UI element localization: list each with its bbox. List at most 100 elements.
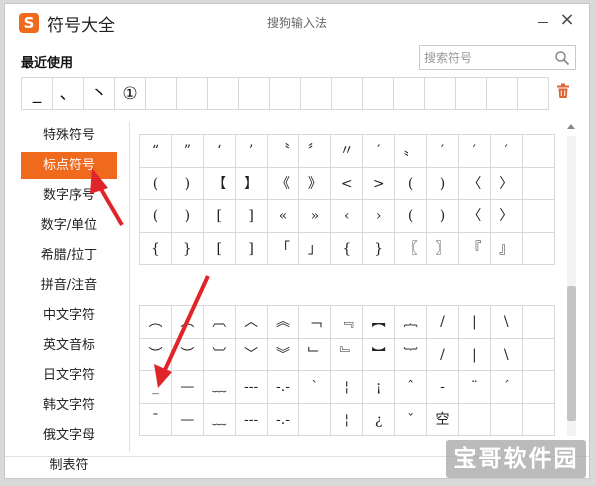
symbol-cell[interactable]: ( (395, 200, 428, 233)
symbol-cell[interactable]: 『 (458, 232, 491, 265)
symbol-cell[interactable]: 「 (267, 232, 300, 265)
recent-symbol-cell[interactable] (146, 78, 177, 110)
symbol-cell[interactable]: ︻ (363, 306, 396, 339)
symbol-cell[interactable]: [ (203, 200, 236, 233)
symbol-cell[interactable]: 〉 (490, 167, 523, 200)
symbol-cell[interactable]: ‹ (331, 200, 364, 233)
symbol-cell[interactable]: ′ (490, 135, 523, 168)
search-box[interactable] (419, 45, 576, 70)
symbol-cell[interactable]: [ (203, 232, 236, 265)
category-item[interactable]: 数字/单位 (21, 212, 117, 239)
symbol-cell[interactable]: ︼ (363, 338, 396, 371)
recent-symbol-cell[interactable] (208, 78, 239, 110)
symbol-cell[interactable]: ” (171, 135, 204, 168)
symbol-cell[interactable]: - (427, 371, 459, 404)
recent-symbol-cell[interactable] (270, 78, 301, 110)
recent-symbol-cell[interactable]: _ (22, 78, 53, 110)
symbol-cell[interactable] (522, 200, 555, 233)
recent-symbol-cell[interactable] (487, 78, 518, 110)
recent-symbol-cell[interactable] (239, 78, 270, 110)
symbol-cell[interactable] (299, 403, 332, 436)
symbol-cell[interactable]: ‘ (203, 135, 236, 168)
symbol-cell[interactable]: ︵ (140, 306, 172, 339)
symbol-cell[interactable]: 《 (267, 167, 300, 200)
symbol-cell[interactable]: --- (235, 371, 268, 404)
symbol-cell[interactable]: › (363, 200, 396, 233)
recent-symbol-cell[interactable] (301, 78, 332, 110)
symbol-cell[interactable]: > (363, 167, 396, 200)
symbol-cell[interactable]: ) (427, 167, 459, 200)
scroll-track[interactable] (567, 136, 576, 436)
symbol-cell[interactable]: ¡ (363, 371, 396, 404)
recent-symbol-cell[interactable] (332, 78, 363, 110)
category-item[interactable]: 俄文字母 (21, 422, 117, 449)
symbol-cell[interactable] (522, 167, 555, 200)
symbol-cell[interactable]: ( (395, 167, 428, 200)
recent-symbol-cell[interactable] (394, 78, 425, 110)
symbol-cell[interactable]: ︿ (235, 306, 268, 339)
symbol-cell[interactable]: ’ (235, 135, 268, 168)
symbol-cell[interactable]: ︾ (267, 338, 300, 371)
symbol-cell[interactable]: 〖 (395, 232, 428, 265)
symbol-cell[interactable] (522, 338, 555, 371)
symbol-cell[interactable]: 〟 (395, 135, 428, 168)
symbol-cell[interactable]: ﹏ (203, 371, 236, 404)
symbol-cell[interactable]: 〉 (490, 200, 523, 233)
symbol-cell[interactable]: ( (140, 167, 172, 200)
symbol-cell[interactable] (522, 306, 555, 339)
recent-symbol-cell[interactable] (363, 78, 394, 110)
recent-symbol-cell[interactable] (425, 78, 456, 110)
symbol-cell[interactable] (522, 403, 555, 436)
symbol-cell[interactable]: 〞 (299, 135, 332, 168)
symbol-cell[interactable]: ˊ (490, 371, 523, 404)
symbol-cell[interactable]: ′ (458, 135, 491, 168)
recent-symbol-cell[interactable]: ① (115, 78, 146, 110)
symbol-cell[interactable]: ] (235, 232, 268, 265)
title-bar[interactable]: S 符号大全 搜狗输入法 × (5, 4, 589, 42)
symbol-cell[interactable]: ﹂ (299, 338, 332, 371)
category-item[interactable]: 韩文字符 (21, 392, 117, 419)
symbol-cell[interactable]: — (171, 403, 204, 436)
symbol-cell[interactable]: -.- (267, 371, 300, 404)
recent-symbol-cell[interactable] (177, 78, 208, 110)
symbol-cell[interactable]: ︶ (140, 338, 172, 371)
symbol-cell[interactable]: | (458, 338, 491, 371)
search-icon[interactable] (554, 50, 570, 66)
symbol-cell[interactable]: ﹃ (331, 306, 364, 339)
symbol-cell[interactable] (458, 403, 491, 436)
symbol-cell[interactable]: « (267, 200, 300, 233)
symbol-cell[interactable]: 〗 (427, 232, 459, 265)
symbol-cell[interactable]: ′ (427, 135, 459, 168)
symbol-cell[interactable]: ︵ (171, 306, 204, 339)
symbol-cell[interactable]: “ (140, 135, 172, 168)
symbol-cell[interactable]: _ (140, 371, 172, 404)
symbol-cell[interactable]: ¦ (331, 403, 364, 436)
symbol-cell[interactable]: { (331, 232, 364, 265)
symbol-cell[interactable]: ﹀ (235, 338, 268, 371)
category-item[interactable]: 希腊/拉丁 (21, 242, 117, 269)
minimize-icon[interactable] (535, 13, 551, 29)
symbol-cell[interactable]: / (427, 338, 459, 371)
symbol-cell[interactable]: 【 (203, 167, 236, 200)
symbol-cell[interactable] (522, 135, 555, 168)
symbol-cell[interactable]: 〝 (267, 135, 300, 168)
trash-icon[interactable] (556, 83, 570, 99)
symbol-cell[interactable]: ) (171, 200, 204, 233)
symbol-cell[interactable] (490, 403, 523, 436)
symbol-cell[interactable]: ˋ (299, 371, 332, 404)
symbol-cell[interactable]: --- (235, 403, 268, 436)
symbol-cell[interactable]: 》 (299, 167, 332, 200)
symbol-cell[interactable]: ︸ (395, 338, 428, 371)
recent-symbol-cell[interactable]: 、 (53, 78, 84, 110)
symbol-cell[interactable]: 〈 (458, 200, 491, 233)
symbol-cell[interactable]: ︽ (267, 306, 300, 339)
symbol-cell[interactable]: ) (171, 167, 204, 200)
symbol-cell[interactable]: ] (235, 200, 268, 233)
symbol-cell[interactable]: 空 (427, 403, 459, 436)
category-item[interactable]: 中文字符 (21, 302, 117, 329)
symbol-cell[interactable]: \ (490, 306, 523, 339)
symbol-cell[interactable]: ︺ (203, 338, 236, 371)
symbol-cell[interactable]: } (171, 232, 204, 265)
scrollbar[interactable] (565, 124, 578, 444)
symbol-cell[interactable]: — (171, 371, 204, 404)
